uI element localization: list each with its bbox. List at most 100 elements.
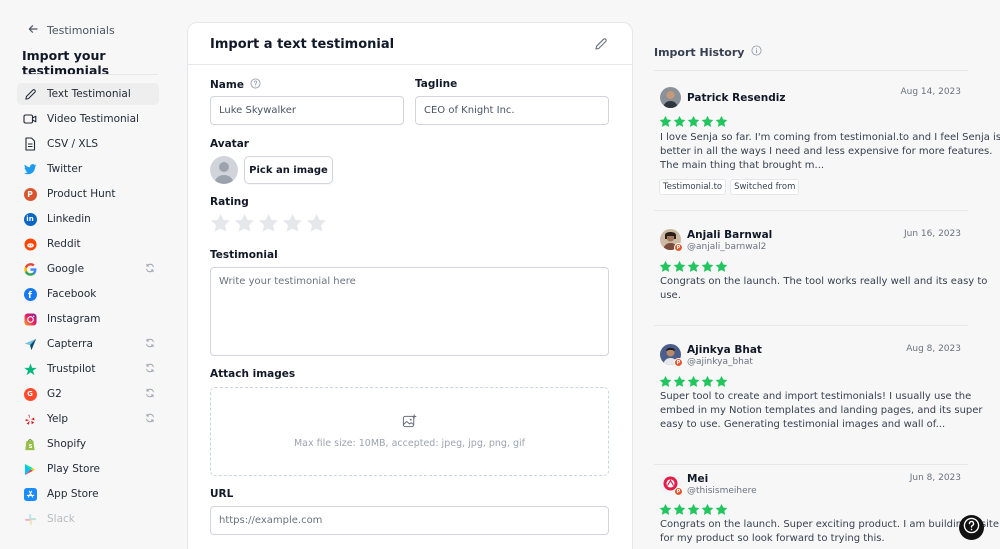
edit-icon[interactable] [594,36,608,55]
sidebar-item-label: Instagram [47,313,101,325]
star-icon[interactable] [210,213,231,237]
sidebar: Testimonials Import your testimonials Te… [0,0,175,549]
import-history-title: Import History [654,45,762,59]
sidebar-item-label: App Store [47,488,99,500]
star-icon [715,113,728,132]
sidebar-item-label: Play Store [47,463,100,475]
history-item[interactable]: P Anjali Barnwal @anjali_barnwal2 Jun 16… [654,229,987,327]
sidebar-item-slack[interactable]: Slack [17,508,159,530]
history-divider [654,70,968,71]
name-field[interactable]: Luke Skywalker [210,96,404,125]
sidebar-item-google[interactable]: Google [17,258,159,280]
product-hunt-icon: P [23,187,37,201]
history-name: Ajinkya Bhat [687,344,762,356]
sidebar-item-video-testimonial[interactable]: Video Testimonial [17,108,159,130]
sync-icon[interactable] [145,263,155,276]
url-field[interactable]: https://example.com [210,506,609,535]
history-name: Anjali Barnwal [687,229,773,241]
sidebar-item-yelp[interactable]: Yelp [17,408,159,430]
history-item[interactable]: P Ajinkya Bhat @ajinkya_bhat Aug 8, 2023… [654,344,983,466]
sidebar-item-facebook[interactable]: f Facebook [17,283,159,305]
back-link[interactable]: Testimonials [28,24,115,37]
app-store-icon [23,487,37,501]
sidebar-item-instagram[interactable]: Instagram [17,308,159,330]
sidebar-item-label: Product Hunt [47,188,116,200]
star-icon[interactable] [306,213,327,237]
sidebar-item-text-testimonial[interactable]: Text Testimonial [17,83,159,105]
arrow-left-icon [28,24,38,37]
sidebar-item-shopify[interactable]: S Shopify [17,433,159,455]
rating-input[interactable] [210,213,327,237]
svg-text:S: S [29,444,33,450]
sidebar-item-label: Capterra [47,338,93,350]
sidebar-item-capterra[interactable]: Capterra [17,333,159,355]
sidebar-item-trustpilot[interactable]: Trustpilot [17,358,159,380]
history-date: Jun 8, 2023 [909,473,961,483]
linkedin-icon: in [23,212,37,226]
history-tag: Testimonial.to [659,179,727,195]
history-text-line: easy to use. Generating testimonial imag… [660,419,946,430]
play-store-icon [23,462,37,476]
sidebar-item-label: Yelp [47,413,69,425]
history-text-line: I love Senja so far. I'm coming from tes… [660,132,1000,143]
history-text-line: The main thing that brought m... [660,160,825,171]
history-name: Patrick Resendiz [687,92,786,104]
star-icon[interactable] [234,213,255,237]
sidebar-item-g2[interactable]: G G2 [17,383,159,405]
history-divider [654,325,968,326]
back-link-label: Testimonials [47,24,115,37]
history-name: Mei [687,473,709,485]
attach-images-label: Attach images [210,368,296,380]
sidebar-item-csv-xls[interactable]: CSV / XLS [17,133,159,155]
capterra-icon [23,337,37,351]
history-item[interactable]: Patrick Resendiz Aug 14, 2023 I love Sen… [654,87,1000,212]
image-add-icon [402,414,417,432]
history-rating [659,113,728,132]
star-icon[interactable] [282,213,303,237]
star-icon [701,113,714,132]
history-divider [654,210,968,211]
sidebar-item-app-store[interactable]: App Store [17,483,159,505]
tagline-field[interactable]: CEO of Knight Inc. [415,96,609,125]
import-form-card: Import a text testimonial Name Luke Skyw… [187,22,633,549]
sidebar-item-product-hunt[interactable]: P Product Hunt [17,183,159,205]
history-divider [654,464,968,465]
star-icon [687,113,700,132]
testimonial-textarea[interactable]: Write your testimonial here [210,267,609,356]
shopify-icon: S [23,437,37,451]
sidebar-item-play-store[interactable]: Play Store [17,458,159,480]
sidebar-item-reddit[interactable]: Reddit [17,233,159,255]
sidebar-item-label: Shopify [47,438,87,450]
sync-icon[interactable] [145,413,155,426]
sync-icon[interactable] [145,363,155,376]
tagline-label: Tagline [415,78,458,90]
sidebar-item-twitter[interactable]: Twitter [17,158,159,180]
pick-image-button[interactable]: Pick an image [244,156,333,184]
avatar [660,87,681,108]
history-handle: @anjali_barnwal2 [687,242,767,252]
product-hunt-icon: P [674,358,683,367]
star-icon[interactable] [258,213,279,237]
sidebar-item-linkedin[interactable]: in Linkedin [17,208,159,230]
video-icon [23,112,37,126]
history-text: Super tool to create and import testimon… [660,390,983,432]
history-handle: @thisismeihere [687,486,757,496]
product-hunt-icon: P [674,243,683,252]
facebook-icon: f [23,287,37,301]
sidebar-item-label: Google [47,263,85,275]
star-icon [673,113,686,132]
info-icon[interactable] [250,78,261,92]
history-text-line: Super tool to create and import testimon… [660,391,972,402]
history-text-line: embed in my Notion templates and landing… [660,405,983,416]
sidebar-item-label: Facebook [47,288,97,300]
history-text-line: for my product so look forward to trying… [660,533,885,544]
info-icon[interactable] [751,45,762,59]
history-item[interactable]: P Mei @thisismeihere Jun 8, 2023 Congrat… [654,473,999,549]
help-button[interactable] [959,515,984,540]
sync-icon[interactable] [145,388,155,401]
card-header: Import a text testimonial [188,23,632,65]
sync-icon[interactable] [145,338,155,351]
name-label-text: Name [210,79,244,91]
image-dropzone[interactable]: Max file size: 10MB, accepted: jpeg, jpg… [210,387,609,476]
history-text-line: Congrats on the launch. Super exciting p… [660,519,999,530]
